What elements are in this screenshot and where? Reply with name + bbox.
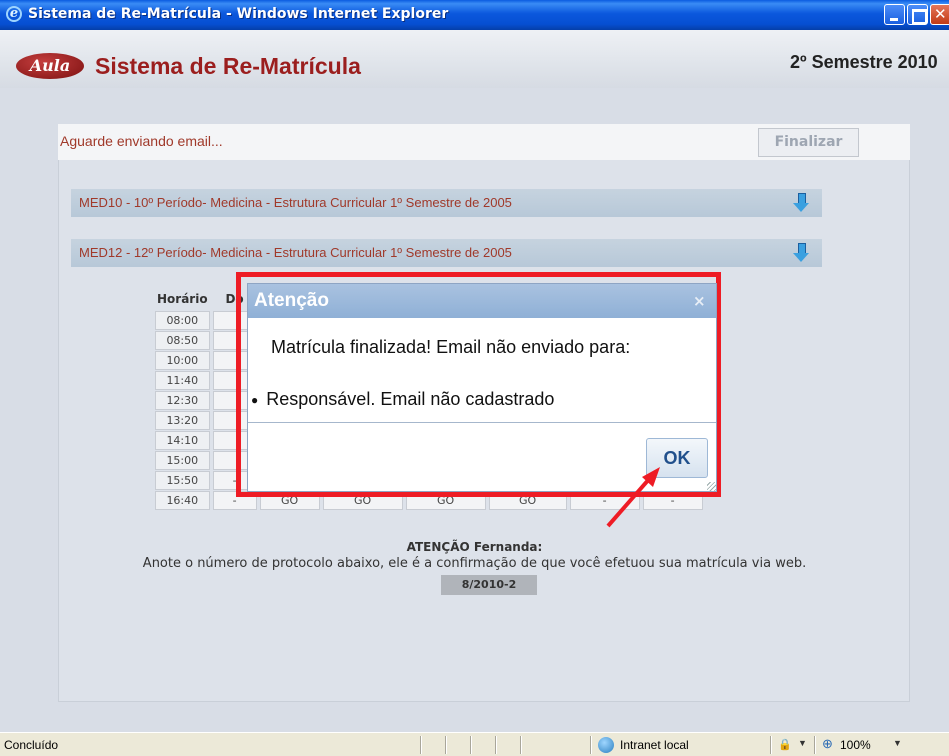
resize-grip-icon[interactable] xyxy=(707,482,716,491)
dialog-title: Atenção xyxy=(254,290,329,311)
schedule-time-cell: 13:20 xyxy=(155,411,210,430)
bullet-text: Responsável. Email não cadastrado xyxy=(266,389,555,409)
schedule-time-cell: 10:00 xyxy=(155,351,210,370)
status-divider xyxy=(495,736,496,754)
schedule-time-cell: 12:30 xyxy=(155,391,210,410)
schedule-time-cell: 15:50 xyxy=(155,471,210,490)
window-titlebar[interactable]: e Sistema de Re-Matrícula - Windows Inte… xyxy=(0,0,949,30)
internet-explorer-icon: e xyxy=(6,6,22,22)
close-icon[interactable]: × xyxy=(693,292,706,310)
schedule-time-cell: 11:40 xyxy=(155,371,210,390)
status-divider xyxy=(420,736,421,754)
schedule-time-cell: 14:10 xyxy=(155,431,210,450)
alert-dialog: Atenção × Matrícula finalizada! Email nã… xyxy=(247,283,717,492)
browser-status-bar: Concluído Intranet local 🔒 ▼ ⊕ 100% ▼ xyxy=(0,732,949,756)
notice-title: ATENÇÃO Fernanda: xyxy=(406,540,543,554)
semester-label: 2º Semestre 2010 xyxy=(790,52,938,72)
status-divider xyxy=(814,736,815,754)
schedule-time-cell: 16:40 xyxy=(155,491,210,510)
sending-email-status: Aguarde enviando email... xyxy=(60,133,223,149)
expand-down-arrow-icon[interactable] xyxy=(793,193,809,213)
app-title: Sistema de Re-Matrícula xyxy=(95,53,361,79)
status-divider xyxy=(470,736,471,754)
course-label: MED12 - 12º Período- Medicina - Estrutur… xyxy=(79,245,512,260)
dialog-bullet-item: ● Responsável. Email não cadastrado xyxy=(251,389,554,410)
chevron-down-icon[interactable]: ▼ xyxy=(798,738,807,748)
schedule-time-cell: 08:50 xyxy=(155,331,210,350)
course-header-med12[interactable]: MED12 - 12º Período- Medicina - Estrutur… xyxy=(71,239,822,267)
notice-text: Anote o número de protocolo abaixo, ele … xyxy=(142,556,807,571)
finalize-button[interactable]: Finalizar xyxy=(758,128,859,157)
status-divider xyxy=(445,736,446,754)
zoom-icon[interactable]: ⊕ xyxy=(822,736,833,752)
dialog-message: Matrícula finalizada! Email não enviado … xyxy=(271,337,631,357)
browser-window: e Sistema de Re-Matrícula - Windows Inte… xyxy=(0,0,949,756)
status-divider xyxy=(520,736,521,754)
ok-button[interactable]: OK xyxy=(646,438,708,478)
expand-down-arrow-icon[interactable] xyxy=(793,243,809,263)
minimize-button[interactable] xyxy=(884,4,905,25)
protocol-number: 8/2010-2 xyxy=(441,575,537,595)
chevron-down-icon[interactable]: ▼ xyxy=(893,738,902,748)
aula-logo: Aula xyxy=(16,53,84,79)
maximize-button[interactable] xyxy=(907,4,928,25)
intranet-globe-icon xyxy=(598,737,614,753)
bullet-icon: ● xyxy=(251,393,259,408)
course-header-med10[interactable]: MED10 - 10º Período- Medicina - Estrutur… xyxy=(71,189,822,217)
app-header: Aula Sistema de Re-Matrícula 2º Semestre… xyxy=(0,30,949,88)
security-zone: Intranet local xyxy=(620,738,689,752)
protected-mode-icon[interactable]: 🔒 xyxy=(778,738,792,751)
dialog-header[interactable]: Atenção × xyxy=(248,284,716,318)
status-divider xyxy=(590,736,591,754)
close-window-button[interactable] xyxy=(930,4,949,25)
schedule-column-header: Horário xyxy=(157,292,208,306)
schedule-time-cell: 15:00 xyxy=(155,451,210,470)
zoom-level[interactable]: 100% xyxy=(840,738,871,752)
schedule-time-cell: 08:00 xyxy=(155,311,210,330)
course-label: MED10 - 10º Período- Medicina - Estrutur… xyxy=(79,195,512,210)
status-divider xyxy=(770,736,771,754)
dialog-divider xyxy=(248,422,716,423)
load-status: Concluído xyxy=(4,738,59,752)
window-title: Sistema de Re-Matrícula - Windows Intern… xyxy=(28,6,449,22)
